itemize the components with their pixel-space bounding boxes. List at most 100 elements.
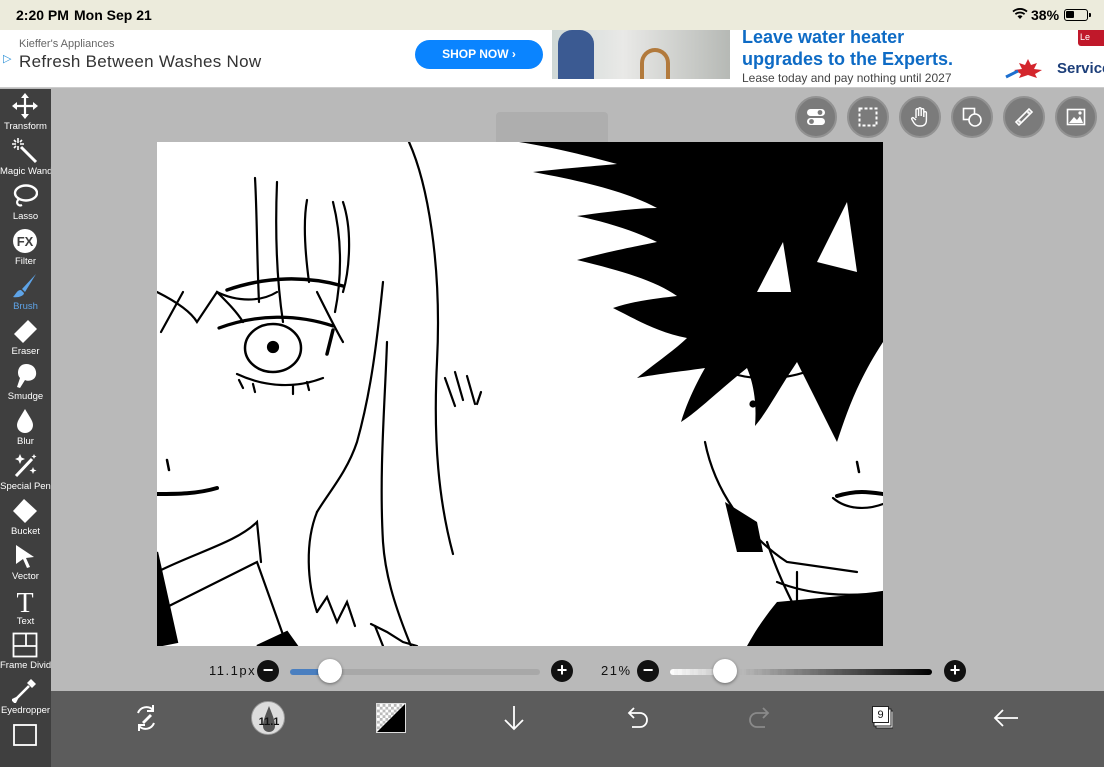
tool-bucket[interactable]: Bucket bbox=[0, 496, 51, 541]
opacity-decrease-button[interactable]: − bbox=[637, 660, 659, 682]
brush-icon bbox=[13, 274, 36, 298]
layer-count: 9 bbox=[872, 706, 889, 723]
download-icon bbox=[504, 706, 524, 731]
tool-text[interactable]: T Text bbox=[0, 586, 51, 631]
drawing-canvas[interactable] bbox=[157, 142, 883, 646]
workspace[interactable]: 11.1px − + 21% − + bbox=[51, 89, 1104, 691]
tool-transform[interactable]: Transform bbox=[0, 91, 51, 136]
text-icon: T bbox=[16, 588, 33, 614]
tool-label: Lasso bbox=[12, 211, 39, 222]
download-button[interactable] bbox=[497, 701, 531, 735]
status-time: 2:20 PM bbox=[16, 7, 69, 23]
color-swatch-icon bbox=[377, 704, 405, 732]
lasso-icon bbox=[13, 184, 38, 207]
image-icon bbox=[1066, 108, 1086, 126]
ad-advertiser: Kieffer's Appliances bbox=[19, 38, 115, 50]
battery-percent: 38% bbox=[1031, 7, 1060, 23]
swap-tools-button[interactable] bbox=[129, 701, 163, 735]
opacity-increase-button[interactable]: + bbox=[944, 660, 966, 682]
tool-brush[interactable]: Brush bbox=[0, 271, 51, 316]
toggle-button[interactable] bbox=[795, 96, 837, 138]
tool-label: Frame Divider bbox=[0, 660, 60, 671]
ad-headline-secondary-line2: upgrades to the Experts. bbox=[742, 49, 954, 69]
brush-size-increase-button[interactable]: + bbox=[551, 660, 573, 682]
bottom-bar: 11.1 9 bbox=[51, 691, 1104, 767]
ad-image[interactable] bbox=[552, 30, 730, 79]
eyedropper-icon bbox=[12, 679, 36, 703]
wifi-icon bbox=[1012, 8, 1028, 19]
tool-more[interactable] bbox=[0, 720, 51, 765]
tool-lasso[interactable]: Lasso bbox=[0, 181, 51, 226]
ad-headline[interactable]: Refresh Between Washes Now bbox=[19, 52, 261, 72]
cursor-icon bbox=[16, 545, 34, 568]
ad-choices-icon[interactable]: ▷ bbox=[3, 52, 13, 65]
fx-icon: FX bbox=[13, 229, 37, 253]
battery-icon bbox=[1064, 9, 1091, 21]
brush-preview-size: 11.1 bbox=[258, 716, 280, 728]
ad-subtext: Lease today and pay nothing until 2027 bbox=[742, 71, 952, 85]
tool-special-pen[interactable]: Special Pen bbox=[0, 451, 51, 496]
brush-size-slider[interactable]: 11.1px − + bbox=[209, 655, 573, 687]
tool-label: Transform bbox=[4, 121, 47, 132]
tool-label: Special Pen bbox=[0, 481, 51, 492]
ad-brand: Service bbox=[1057, 60, 1104, 77]
opacity-thumb[interactable] bbox=[713, 659, 738, 683]
ad-headline-secondary[interactable]: Leave water heater upgrades to the Exper… bbox=[742, 30, 953, 70]
tool-vector[interactable]: Vector bbox=[0, 541, 51, 586]
ad-headline-secondary-line1: Leave water heater bbox=[742, 30, 905, 47]
toggle-icon bbox=[807, 109, 825, 125]
ad-shop-now-button[interactable]: SHOP NOW › bbox=[415, 40, 543, 69]
selection-button[interactable] bbox=[847, 96, 889, 138]
tool-label: Bucket bbox=[10, 526, 41, 537]
shapes-button[interactable] bbox=[951, 96, 993, 138]
tool-panel: Transform Magic Wand Lasso FX Filter Bru… bbox=[0, 89, 60, 767]
tool-filter[interactable]: FX Filter bbox=[0, 226, 51, 271]
hand-button[interactable] bbox=[899, 96, 941, 138]
ruler-button[interactable] bbox=[1003, 96, 1045, 138]
status-date: Mon Sep 21 bbox=[74, 7, 152, 23]
tool-label: Magic Wand bbox=[0, 166, 53, 177]
ad-banner[interactable]: ▷ Kieffer's Appliances Refresh Between W… bbox=[0, 30, 1104, 88]
opacity-value: 21% bbox=[601, 663, 632, 678]
maple-leaf-logo bbox=[1005, 59, 1042, 79]
brush-size-thumb[interactable] bbox=[318, 659, 342, 683]
layers-button[interactable]: 9 bbox=[871, 705, 893, 729]
tool-label: Text bbox=[16, 616, 35, 627]
sparkle-pen-icon bbox=[14, 454, 37, 478]
tool-label: Eraser bbox=[11, 346, 40, 357]
svg-text:FX: FX bbox=[17, 234, 34, 249]
tool-label: Blur bbox=[17, 436, 34, 447]
bucket-icon bbox=[13, 499, 37, 523]
brush-preview-button[interactable]: 11.1 bbox=[251, 701, 285, 735]
shapes-icon bbox=[962, 107, 982, 127]
redo-button[interactable] bbox=[743, 701, 777, 735]
eraser-icon bbox=[14, 320, 37, 343]
tool-eraser[interactable]: Eraser bbox=[0, 316, 51, 361]
image-button[interactable] bbox=[1055, 96, 1097, 138]
artwork bbox=[157, 142, 883, 646]
tool-magic-wand[interactable]: Magic Wand bbox=[0, 136, 53, 181]
tool-label: Filter bbox=[14, 256, 37, 267]
color-swatch-button[interactable] bbox=[376, 703, 406, 733]
move-icon bbox=[12, 93, 38, 119]
opacity-track[interactable] bbox=[670, 669, 932, 675]
back-button[interactable] bbox=[989, 701, 1023, 735]
svg-text:T: T bbox=[16, 588, 33, 614]
undo-icon bbox=[627, 707, 648, 728]
ad-brand-tab: Le bbox=[1078, 30, 1104, 46]
square-icon bbox=[13, 724, 37, 746]
tool-blur[interactable]: Blur bbox=[0, 406, 51, 451]
tool-eyedropper[interactable]: Eyedropper bbox=[0, 675, 51, 720]
opacity-slider[interactable]: 21% − + bbox=[601, 655, 981, 687]
redo-icon bbox=[749, 707, 770, 728]
hand-icon bbox=[910, 107, 928, 127]
tool-smudge[interactable]: Smudge bbox=[0, 361, 51, 406]
selection-icon bbox=[858, 107, 878, 127]
undo-button[interactable] bbox=[620, 701, 654, 735]
status-bar: 2:20 PM Mon Sep 21 38% bbox=[0, 0, 1104, 30]
magic-wand-icon bbox=[12, 138, 38, 164]
frame-divider-icon bbox=[12, 632, 38, 658]
tool-frame-divider[interactable]: Frame Divider bbox=[0, 630, 60, 675]
brush-size-decrease-button[interactable]: − bbox=[257, 660, 279, 682]
brush-size-value: 11.1px bbox=[209, 663, 257, 678]
